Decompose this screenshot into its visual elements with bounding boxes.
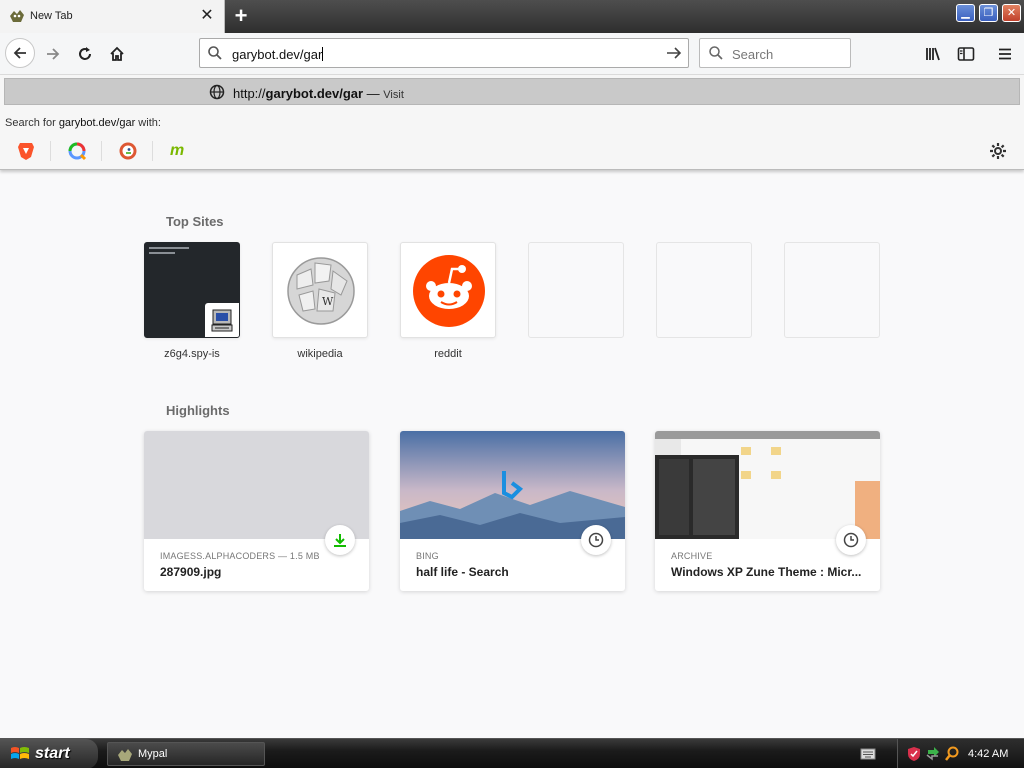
qwant-icon[interactable] <box>67 141 87 161</box>
keyboard-icon[interactable] <box>860 747 876 761</box>
clock-icon <box>836 525 866 555</box>
wikipedia-globe-icon: W <box>287 257 355 325</box>
tab-new-tab[interactable]: New Tab ✕ <box>0 0 225 33</box>
suggestion-action: Visit <box>383 89 404 101</box>
highlight-card[interactable]: BING half life - Search <box>400 431 625 591</box>
one-off-search-engines: m <box>0 133 1024 169</box>
taskbar-item-label: Mypal <box>138 748 168 760</box>
taskbar: start Mypal 4:42 AM <box>0 738 1024 768</box>
search-placeholder: Search <box>732 47 774 62</box>
top-site-tile[interactable]: reddit <box>400 242 496 360</box>
search-bar[interactable]: Search <box>699 38 851 68</box>
highlight-title: half life - Search <box>416 565 509 579</box>
library-button[interactable] <box>922 42 946 66</box>
highlight-card[interactable]: IMAGESS.ALPHACODERS — 1.5 MB 287909.jpg <box>144 431 369 591</box>
search-icon <box>709 46 723 60</box>
mypal-icon <box>118 749 132 761</box>
site-thumbnail <box>656 242 752 338</box>
home-button[interactable] <box>104 41 130 67</box>
highlight-title: 287909.jpg <box>160 565 222 579</box>
highlight-context: ARCHIVE <box>671 551 713 561</box>
home-icon <box>110 46 124 61</box>
wikipedia-glyph: W <box>322 295 334 308</box>
search-settings-gear-icon[interactable] <box>989 142 1007 163</box>
top-site-tile[interactable]: W wikipedia <box>272 242 368 360</box>
tab-strip: New Tab ✕ + ▁ ❐ ✕ <box>0 0 1024 33</box>
engine-separator <box>152 141 153 161</box>
back-arrow-icon <box>13 47 26 59</box>
highlight-image <box>144 431 369 539</box>
navigation-toolbar: garybot.dev/gar Search <box>0 33 1024 75</box>
tab-title: New Tab <box>30 10 73 22</box>
window-maximize-button[interactable]: ❐ <box>979 4 998 22</box>
reload-icon <box>79 47 91 60</box>
forward-arrow-icon <box>47 48 60 60</box>
globe-icon <box>209 84 225 100</box>
reload-button[interactable] <box>72 41 98 67</box>
clock-icon <box>581 525 611 555</box>
suggestion-url: http://garybot.dev/gar — Visit <box>233 86 404 101</box>
network-icon[interactable] <box>926 746 940 762</box>
download-icon <box>325 525 355 555</box>
highlight-image <box>655 431 880 539</box>
mypal-favicon-icon <box>9 9 25 23</box>
top-site-empty-tile[interactable] <box>528 242 624 338</box>
engine-separator <box>50 141 51 161</box>
top-sites-heading: Top Sites <box>166 214 224 229</box>
highlight-context: IMAGESS.ALPHACODERS — 1.5 MB <box>160 551 320 561</box>
reddit-icon <box>413 255 485 327</box>
site-thumbnail <box>400 242 496 338</box>
site-thumbnail: W <box>272 242 368 338</box>
menu-button[interactable] <box>993 42 1017 66</box>
mojeek-icon[interactable]: m <box>170 141 190 161</box>
search-icon <box>208 46 222 60</box>
tab-close-icon[interactable]: ✕ <box>198 7 216 25</box>
taskbar-item-mypal[interactable]: Mypal <box>107 742 265 766</box>
windows-flag-icon <box>11 747 29 759</box>
library-icon <box>926 47 940 61</box>
highlight-title: Windows XP Zune Theme : Micr... <box>671 565 862 579</box>
window-close-button[interactable]: ✕ <box>1002 4 1021 22</box>
site-label: wikipedia <box>297 348 343 360</box>
highlight-image <box>400 431 625 539</box>
text-caret <box>322 47 324 61</box>
site-label: reddit <box>434 348 462 360</box>
search-tray-icon[interactable] <box>944 746 960 762</box>
start-button[interactable]: start <box>0 739 98 768</box>
site-thumbnail <box>528 242 624 338</box>
new-tab-button[interactable]: + <box>230 4 252 28</box>
sidebar-toggle-button[interactable] <box>954 42 978 66</box>
duckduckgo-icon[interactable] <box>118 141 138 161</box>
top-site-tile[interactable]: z6g4.spy-is <box>144 242 240 360</box>
computer-icon <box>205 303 239 337</box>
sidebar-icon <box>957 47 975 61</box>
url-suggestion-row[interactable]: http://garybot.dev/gar — Visit <box>4 78 1020 105</box>
back-button[interactable] <box>5 38 35 68</box>
site-thumbnail <box>784 242 880 338</box>
engine-separator <box>101 141 102 161</box>
site-label: z6g4.spy-is <box>164 348 220 360</box>
highlights-heading: Highlights <box>166 403 230 418</box>
brave-icon[interactable] <box>17 141 37 161</box>
clock[interactable]: 4:42 AM <box>968 748 1008 760</box>
start-label: start <box>35 745 70 762</box>
system-tray: 4:42 AM <box>897 739 1024 768</box>
highlight-context: BING <box>416 551 439 561</box>
url-bar[interactable]: garybot.dev/gar <box>199 38 689 68</box>
highlight-card[interactable]: ARCHIVE Windows XP Zune Theme : Micr... <box>655 431 880 591</box>
site-thumbnail <box>144 242 240 338</box>
top-site-empty-tile[interactable] <box>656 242 752 338</box>
url-input[interactable]: garybot.dev/gar <box>232 47 324 62</box>
top-site-empty-tile[interactable] <box>784 242 880 338</box>
window-minimize-button[interactable]: ▁ <box>956 4 975 22</box>
search-with-label: Search for garybot.dev/gar with: <box>5 117 161 129</box>
go-arrow-icon[interactable] <box>665 44 683 62</box>
forward-button[interactable] <box>40 41 66 67</box>
hamburger-menu-icon <box>999 48 1011 60</box>
shield-icon[interactable] <box>907 746 921 762</box>
url-suggestions-dropdown: http://garybot.dev/gar — Visit Search fo… <box>0 75 1024 170</box>
